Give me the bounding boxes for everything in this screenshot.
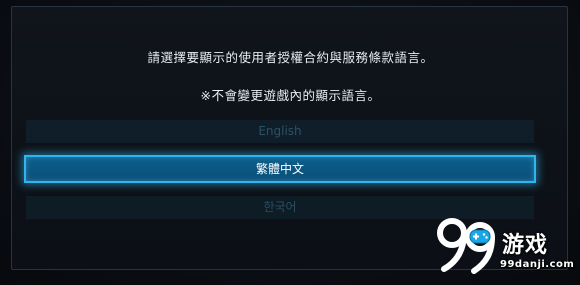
notice-text: ※不會變更遊戲內的顯示語言。 (200, 88, 381, 103)
language-option-traditional-chinese[interactable]: 繁體中文 (24, 155, 536, 183)
watermark-domain: 99danji.com (500, 259, 575, 270)
screen-background: 請選擇要顯示的使用者授權合約與服務條款語言。 ※不會變更遊戲內的顯示語言。 En… (0, 0, 580, 285)
site-watermark: 游戏 99danji.com (436, 213, 574, 277)
prompt-text: 請選擇要顯示的使用者授權合約與服務條款語言。 (147, 50, 434, 65)
watermark-name: 游戏 (502, 233, 549, 258)
99-gamepad-logo-icon (437, 218, 495, 274)
language-option-english[interactable]: English (26, 120, 534, 143)
